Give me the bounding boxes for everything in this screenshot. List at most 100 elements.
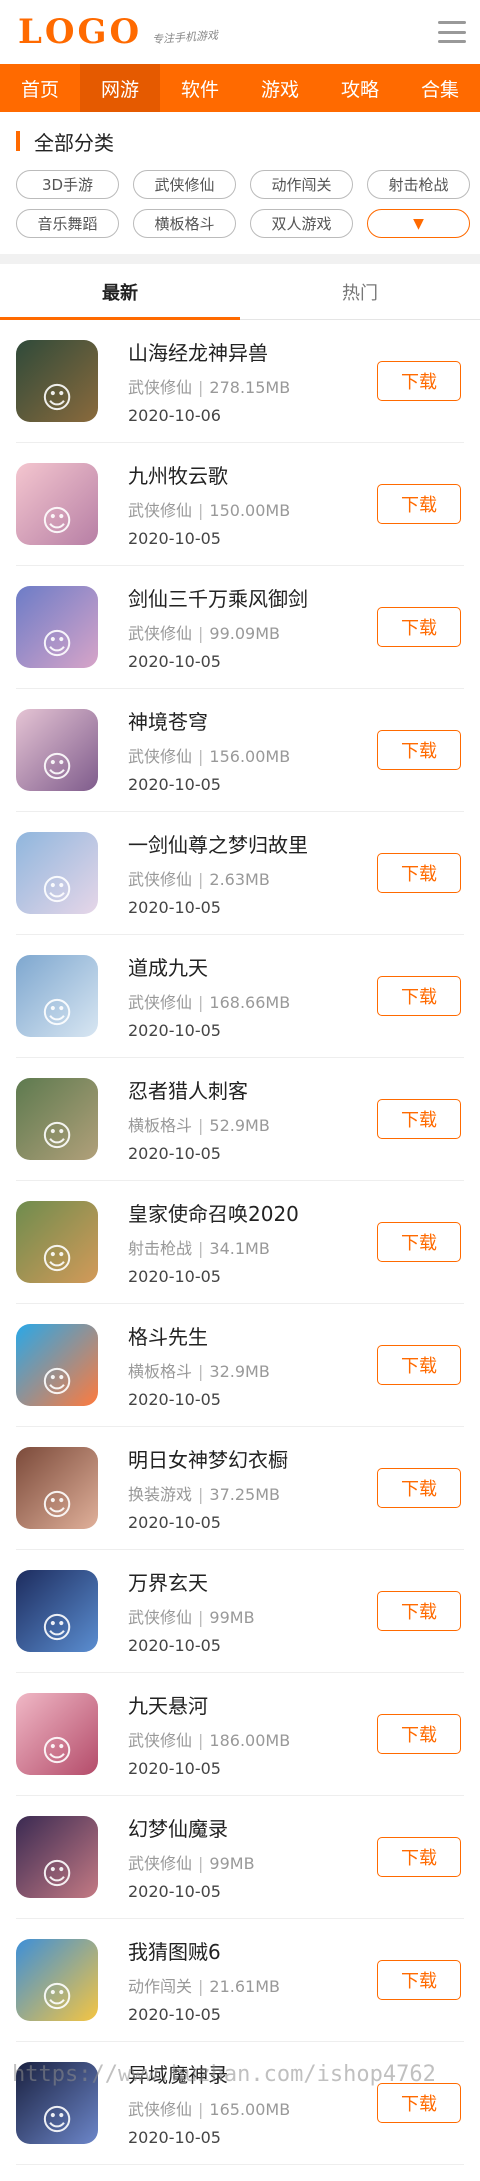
game-list-item[interactable]: ☺ 幻梦仙魔录 武侠修仙 | 99MB 2020-10-05 下载 [16,1796,464,1919]
download-button[interactable]: 下载 [377,1468,461,1508]
game-title[interactable]: 九天悬河 [128,1690,377,1719]
expand-tags-chevron-icon[interactable]: ▼ [367,209,470,238]
game-list-item[interactable]: ☺ 道成九天 武侠修仙 | 168.66MB 2020-10-05 下载 [16,935,464,1058]
download-button[interactable]: 下载 [377,1714,461,1754]
fairy-icon[interactable]: ☺ [16,709,98,791]
gunner-icon[interactable]: ☺ [16,1201,98,1283]
game-title[interactable]: 我猜图贼6 [128,1936,377,1965]
game-info: 异域魔神录 武侠修仙 | 165.00MB 2020-10-05 [128,2059,377,2147]
game-list-item[interactable]: ☺ 格斗先生 横板格斗 | 32.9MB 2020-10-05 下载 [16,1304,464,1427]
game-title[interactable]: 幻梦仙魔录 [128,1813,377,1842]
game-date: 2020-10-05 [128,1636,221,1655]
game-title[interactable]: 九州牧云歌 [128,460,377,489]
game-list-item[interactable]: ☺ 异域魔神录 武侠修仙 | 165.00MB 2020-10-05 下载 [16,2042,464,2165]
game-title[interactable]: 万界玄天 [128,1567,377,1596]
download-button[interactable]: 下载 [377,1345,461,1385]
download-button[interactable]: 下载 [377,484,461,524]
download-button[interactable]: 下载 [377,1222,461,1262]
game-title[interactable]: 明日女神梦幻衣橱 [128,1444,377,1473]
puzzle-icon[interactable]: ☺ [16,1939,98,2021]
game-title[interactable]: 剑仙三千万乘风御剑 [128,583,377,612]
game-title[interactable]: 一剑仙尊之梦归故里 [128,829,377,858]
swordsman-icon[interactable]: ☺ [16,2062,98,2144]
game-list-item[interactable]: ☺ 九州牧云歌 武侠修仙 | 150.00MB 2020-10-05 下载 [16,443,464,566]
game-title[interactable]: 道成九天 [128,952,377,981]
game-title[interactable]: 皇家使命召唤2020 [128,1198,377,1227]
sage-icon[interactable]: ☺ [16,955,98,1037]
game-title[interactable]: 格斗先生 [128,1321,377,1350]
category-tag[interactable]: 射击枪战 [367,170,470,199]
maiden-icon[interactable]: ☺ [16,1693,98,1775]
dragon-icon[interactable]: ☺ [16,340,98,422]
nav-item[interactable]: 游戏 [240,64,320,112]
goddess-icon[interactable]: ☺ [16,1447,98,1529]
fighter-icon[interactable]: ☺ [16,1324,98,1406]
game-meta: 射击枪战 | 34.1MB [128,1235,377,1259]
game-list-item[interactable]: ☺ 万界玄天 武侠修仙 | 99MB 2020-10-05 下载 [16,1550,464,1673]
thumbnail-figure-icon: ☺ [41,750,73,785]
game-category: 武侠修仙 [128,1854,193,1873]
nav-item[interactable]: 网游 [80,64,160,112]
nav-item[interactable]: 首页 [0,64,80,112]
immortal-icon[interactable]: ☺ [16,832,98,914]
meta-separator: | [198,378,204,397]
nav-item[interactable]: 软件 [160,64,240,112]
game-size: 37.25MB [209,1485,280,1504]
warrior-icon[interactable]: ☺ [16,1570,98,1652]
meta-separator: | [198,1731,204,1750]
game-title[interactable]: 异域魔神录 [128,2059,377,2088]
game-list-item[interactable]: ☺ 山海经龙神异兽 武侠修仙 | 278.15MB 2020-10-06 下载 [16,320,464,443]
game-meta: 武侠修仙 | 186.00MB [128,1727,377,1751]
download-button[interactable]: 下载 [377,1960,461,2000]
download-button[interactable]: 下载 [377,2083,461,2123]
game-meta: 武侠修仙 | 278.15MB [128,374,377,398]
list-tab[interactable]: 最新 [0,264,240,320]
game-list-item[interactable]: ☺ 九天悬河 武侠修仙 | 186.00MB 2020-10-05 下载 [16,1673,464,1796]
list-tab[interactable]: 热门 [240,264,480,319]
game-list-item[interactable]: ☺ 忍者猎人刺客 横板格斗 | 52.9MB 2020-10-05 下载 [16,1058,464,1181]
nav-item[interactable]: 攻略 [320,64,400,112]
category-tag[interactable]: 武侠修仙 [133,170,236,199]
game-size: 168.66MB [209,993,291,1012]
download-button[interactable]: 下载 [377,1837,461,1877]
download-button[interactable]: 下载 [377,1099,461,1139]
game-info: 我猜图贼6 动作闯关 | 21.61MB 2020-10-05 [128,1936,377,2024]
game-title[interactable]: 忍者猎人刺客 [128,1075,377,1104]
category-tag[interactable]: 音乐舞蹈 [16,209,119,238]
game-list-item[interactable]: ☺ 一剑仙尊之梦归故里 武侠修仙 | 2.63MB 2020-10-05 下载 [16,812,464,935]
download-button[interactable]: 下载 [377,976,461,1016]
download-button[interactable]: 下载 [377,853,461,893]
category-tag[interactable]: 横板格斗 [133,209,236,238]
category-tag[interactable]: 双人游戏 [250,209,353,238]
game-list-item[interactable]: ☺ 剑仙三千万乘风御剑 武侠修仙 | 99.09MB 2020-10-05 下载 [16,566,464,689]
game-meta: 横板格斗 | 32.9MB [128,1358,377,1382]
download-button[interactable]: 下载 [377,1591,461,1631]
download-button[interactable]: 下载 [377,730,461,770]
thumbnail-figure-icon: ☺ [41,1734,73,1769]
game-meta: 横板格斗 | 52.9MB [128,1112,377,1136]
game-list-item[interactable]: ☺ 神境苍穹 武侠修仙 | 156.00MB 2020-10-05 下载 [16,689,464,812]
game-title[interactable]: 山海经龙神异兽 [128,337,377,366]
heroine-icon[interactable]: ☺ [16,463,98,545]
site-slogan: 专注手机游戏 [151,28,219,47]
game-meta: 武侠修仙 | 165.00MB [128,2096,377,2120]
game-date: 2020-10-05 [128,2005,221,2024]
demon-icon[interactable]: ☺ [16,1816,98,1898]
game-list-item[interactable]: ☺ 皇家使命召唤2020 射击枪战 | 34.1MB 2020-10-05 下载 [16,1181,464,1304]
game-title[interactable]: 神境苍穹 [128,706,377,735]
site-logo[interactable]: LOGO [18,12,142,52]
nav-item[interactable]: 合集 [400,64,480,112]
download-button[interactable]: 下载 [377,607,461,647]
logo-area[interactable]: LOGO 专注手机游戏 [18,12,219,52]
swordswoman-icon[interactable]: ☺ [16,586,98,668]
thumbnail-figure-icon: ☺ [41,627,73,662]
game-category: 武侠修仙 [128,501,193,520]
soldier-icon[interactable]: ☺ [16,1078,98,1160]
game-list-item[interactable]: ☺ 明日女神梦幻衣橱 换装游戏 | 37.25MB 2020-10-05 下载 [16,1427,464,1550]
category-tag[interactable]: 动作闯关 [250,170,353,199]
hamburger-menu-icon[interactable] [438,21,466,43]
meta-separator: | [198,870,204,889]
category-tag[interactable]: 3D手游 [16,170,119,199]
download-button[interactable]: 下载 [377,361,461,401]
game-list-item[interactable]: ☺ 我猜图贼6 动作闯关 | 21.61MB 2020-10-05 下载 [16,1919,464,2042]
